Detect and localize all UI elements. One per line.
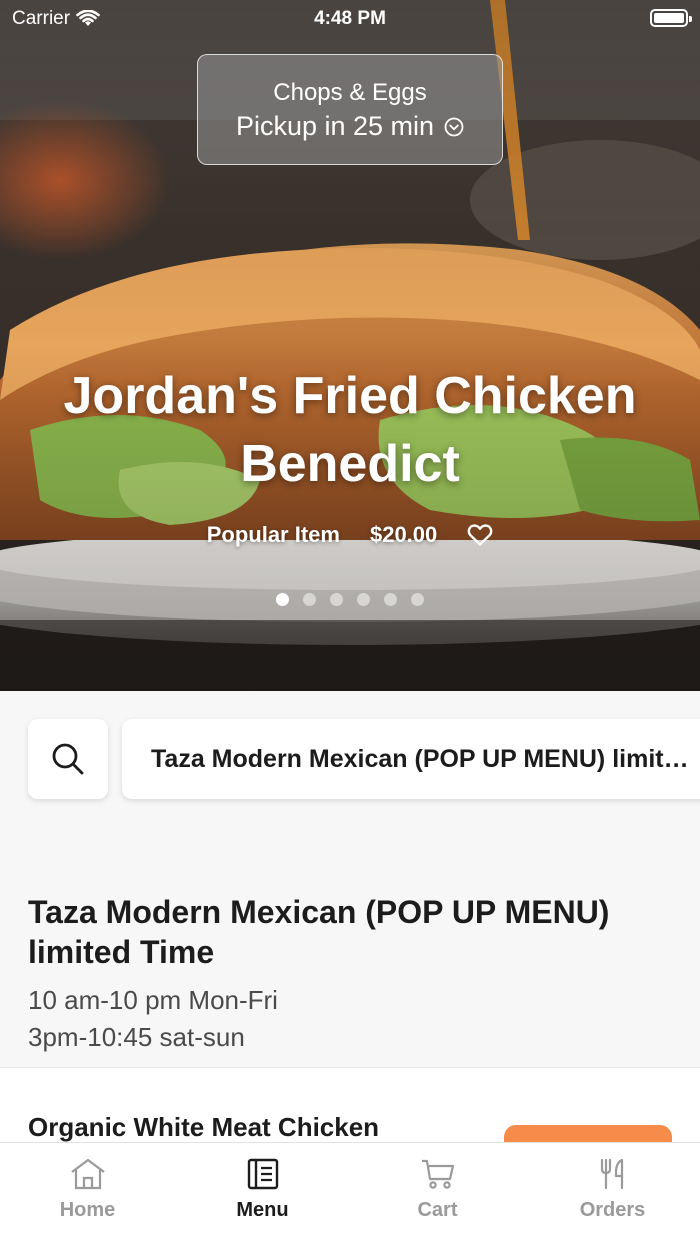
carousel-dots bbox=[0, 593, 700, 606]
hero-item-price: $20.00 bbox=[369, 522, 438, 547]
pickup-selector[interactable]: Chops & Eggs Pickup in 25 min bbox=[197, 54, 503, 165]
tab-menu-label: Menu bbox=[236, 1199, 289, 1221]
menu-icon bbox=[247, 1158, 278, 1190]
section-hours: 10 am-10 pm Mon-Fri 3pm-10:45 sat-sun bbox=[28, 982, 278, 1056]
hours-weekend: 3pm-10:45 sat-sun bbox=[28, 1022, 245, 1052]
tab-cart[interactable]: Cart bbox=[350, 1143, 525, 1244]
carousel-dot[interactable] bbox=[303, 593, 316, 606]
pickup-time-label: Pickup in 25 min bbox=[235, 111, 435, 141]
carousel-dot[interactable] bbox=[330, 593, 343, 606]
orders-icon bbox=[600, 1158, 623, 1190]
search-button[interactable] bbox=[28, 719, 108, 799]
bottom-tab-bar: Home Menu Cart Orders bbox=[0, 1142, 700, 1244]
carousel-dot[interactable] bbox=[411, 593, 424, 606]
tab-orders[interactable]: Orders bbox=[525, 1143, 700, 1244]
tab-orders-label: Orders bbox=[579, 1199, 646, 1221]
category-selector[interactable]: Taza Modern Mexican (POP UP MENU) limite… bbox=[122, 719, 700, 799]
carousel-dot[interactable] bbox=[276, 593, 289, 606]
search-icon bbox=[52, 743, 84, 775]
hours-weekday: 10 am-10 pm Mon-Fri bbox=[28, 985, 278, 1015]
heart-icon[interactable] bbox=[467, 523, 493, 547]
chevron-down-circle-icon bbox=[444, 117, 464, 136]
carousel-dot[interactable] bbox=[384, 593, 397, 606]
menu-item-name: Organic White Meat Chicken bbox=[28, 1112, 380, 1142]
pickup-restaurant-name: Chops & Eggs bbox=[273, 79, 427, 106]
hero-item-title: Jordan's Fried Chicken Benedict bbox=[63, 367, 637, 493]
category-selector-label: Taza Modern Mexican (POP UP MENU) limite… bbox=[151, 744, 695, 773]
hero-banner[interactable]: Carrier 4:48 PM Chops & Eggs Pickup in 2… bbox=[0, 0, 700, 691]
hero-item-meta: Popular Item $20.00 bbox=[0, 522, 700, 548]
section-title: Taza Modern Mexican (POP UP MENU) limite… bbox=[28, 894, 610, 970]
popular-item-tag: Popular Item bbox=[206, 522, 340, 547]
pickup-time: Pickup in 25 min bbox=[198, 111, 502, 142]
carousel-dot[interactable] bbox=[357, 593, 370, 606]
status-bar: Carrier 4:48 PM bbox=[0, 0, 700, 38]
tab-cart-label: Cart bbox=[417, 1199, 458, 1221]
tab-home-label: Home bbox=[59, 1199, 116, 1221]
tab-menu[interactable]: Menu bbox=[175, 1143, 350, 1244]
status-time: 4:48 PM bbox=[314, 8, 386, 29]
cart-icon bbox=[421, 1159, 454, 1189]
tab-home[interactable]: Home bbox=[0, 1143, 175, 1244]
battery-icon bbox=[650, 9, 692, 27]
home-icon bbox=[70, 1158, 105, 1190]
